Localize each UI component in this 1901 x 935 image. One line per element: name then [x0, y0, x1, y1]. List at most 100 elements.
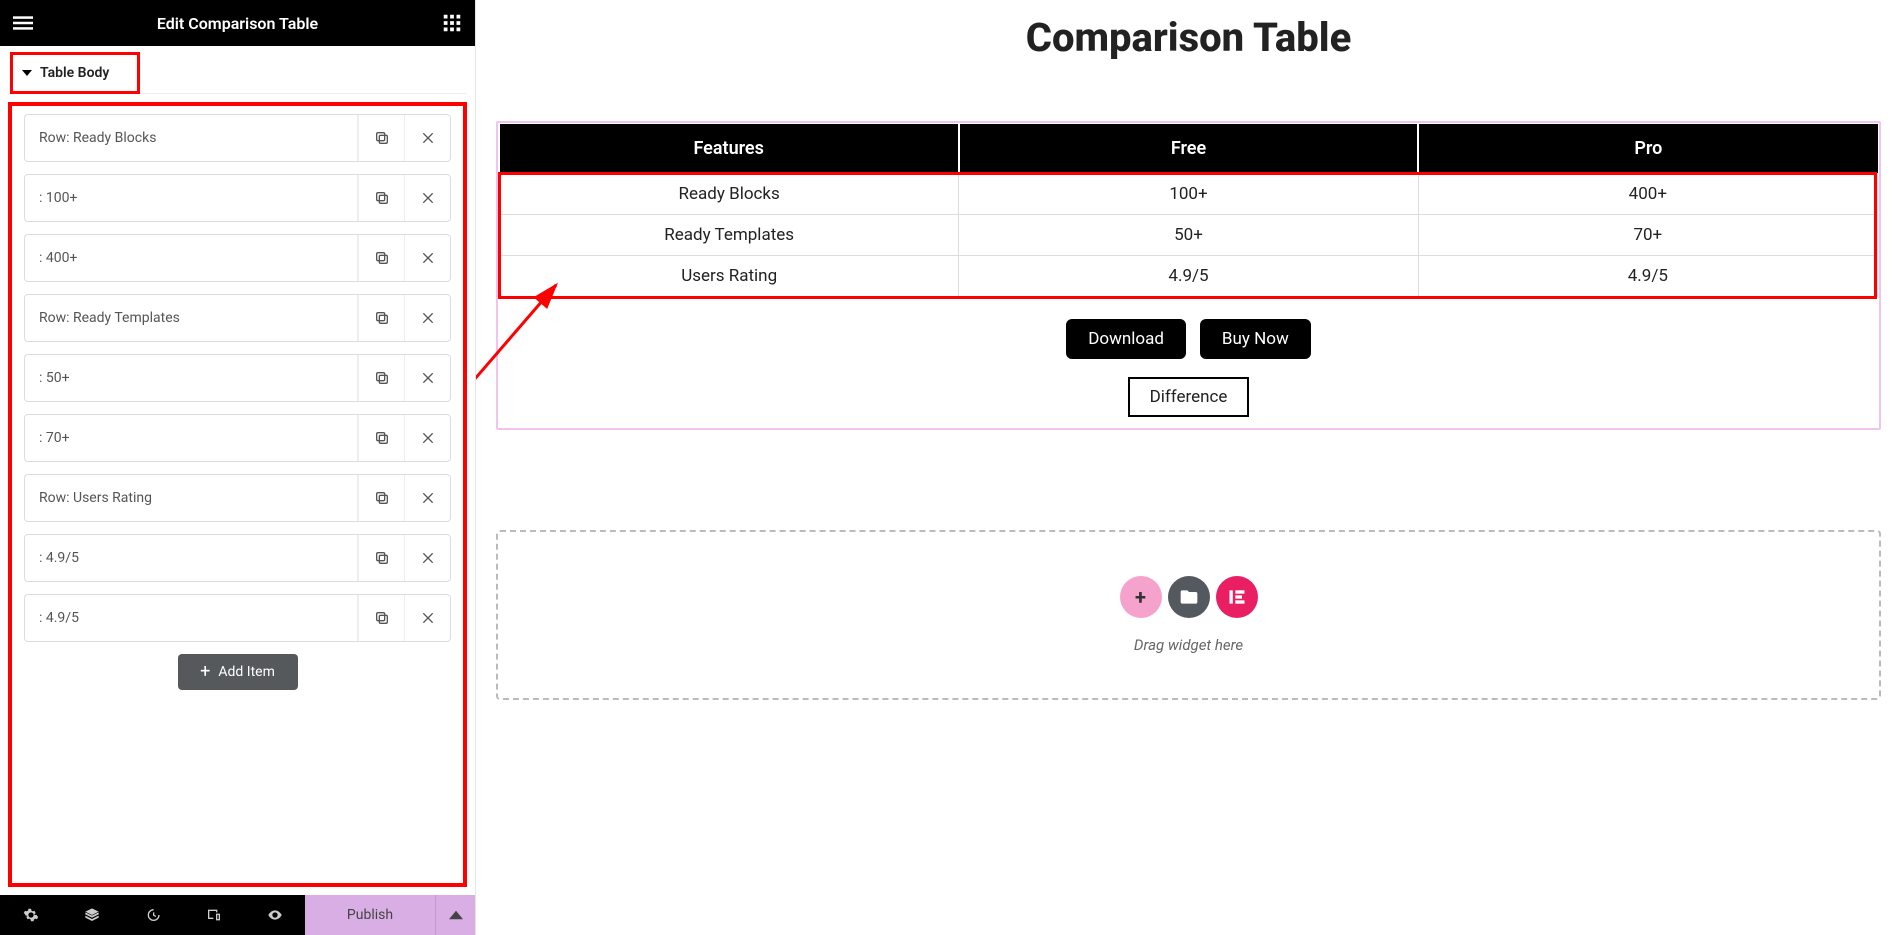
remove-button[interactable] — [404, 535, 450, 581]
remove-button[interactable] — [404, 115, 450, 161]
comparison-table: Features Free Pro Ready Blocks100+400+Re… — [499, 124, 1878, 297]
repeater-item-label: : 100+ — [25, 175, 358, 221]
close-icon — [420, 430, 436, 446]
duplicate-button[interactable] — [358, 355, 404, 401]
repeater-item-label: : 70+ — [25, 415, 358, 461]
repeater-item[interactable]: : 70+ — [24, 414, 451, 462]
responsive-button[interactable] — [183, 895, 244, 935]
table-cell: 50+ — [959, 215, 1418, 256]
drop-section[interactable]: + Drag widget here — [496, 530, 1881, 700]
preview-button[interactable] — [244, 895, 305, 935]
close-icon — [420, 130, 436, 146]
add-template-button[interactable] — [1168, 576, 1210, 618]
repeater-item[interactable]: Row: Ready Blocks — [24, 114, 451, 162]
history-button[interactable] — [122, 895, 183, 935]
close-icon — [420, 490, 436, 506]
repeater-item-label: : 50+ — [25, 355, 358, 401]
add-item-button[interactable]: + Add Item — [178, 654, 298, 690]
repeater-item[interactable]: : 4.9/5 — [24, 534, 451, 582]
table-row: Users Rating4.9/54.9/5 — [500, 256, 1878, 297]
table-cell: 4.9/5 — [959, 256, 1418, 297]
duplicate-button[interactable] — [358, 115, 404, 161]
page-title: Comparison Table — [496, 14, 1881, 61]
elementskit-icon — [1227, 587, 1247, 607]
repeater-item[interactable]: : 100+ — [24, 174, 451, 222]
table-row: Ready Blocks100+400+ — [500, 174, 1878, 215]
close-icon — [420, 610, 436, 626]
close-icon — [420, 250, 436, 266]
remove-button[interactable] — [404, 595, 450, 641]
duplicate-button[interactable] — [358, 475, 404, 521]
canvas: Comparison Table Features Free Pro Ready… — [476, 0, 1901, 935]
remove-button[interactable] — [404, 175, 450, 221]
caret-down-icon — [22, 68, 32, 78]
panel-header: Edit Comparison Table — [0, 0, 475, 46]
duplicate-button[interactable] — [358, 235, 404, 281]
copy-icon — [374, 490, 390, 506]
repeater-item[interactable]: Row: Users Rating — [24, 474, 451, 522]
remove-button[interactable] — [404, 355, 450, 401]
buy-now-button[interactable]: Buy Now — [1200, 319, 1311, 359]
panel-footer: Publish — [0, 895, 475, 935]
navigator-button[interactable] — [61, 895, 122, 935]
publish-wrap: Publish — [305, 895, 475, 935]
th-features: Features — [500, 124, 959, 174]
history-icon — [145, 907, 161, 923]
items-area: Row: Ready Blocks : 100+ : 400+ Row: Ready … — [0, 94, 475, 895]
plus-icon: + — [200, 663, 210, 681]
copy-icon — [374, 250, 390, 266]
remove-button[interactable] — [404, 475, 450, 521]
publish-options-button[interactable] — [435, 895, 475, 935]
duplicate-button[interactable] — [358, 415, 404, 461]
repeater-item-label: Row: Users Rating — [25, 475, 358, 521]
close-icon — [420, 550, 436, 566]
duplicate-button[interactable] — [358, 595, 404, 641]
add-item-label: Add Item — [218, 664, 275, 680]
table-cell: Ready Blocks — [500, 174, 959, 215]
table-cell: 100+ — [959, 174, 1418, 215]
duplicate-button[interactable] — [358, 535, 404, 581]
copy-icon — [374, 550, 390, 566]
close-icon — [420, 310, 436, 326]
table-cell: 400+ — [1418, 174, 1877, 215]
gear-icon — [23, 907, 39, 923]
repeater-item[interactable]: Row: Ready Templates — [24, 294, 451, 342]
th-free: Free — [959, 124, 1418, 174]
menu-icon[interactable] — [10, 10, 36, 36]
apps-grid-icon[interactable] — [439, 10, 465, 36]
remove-button[interactable] — [404, 235, 450, 281]
settings-button[interactable] — [0, 895, 61, 935]
copy-icon — [374, 610, 390, 626]
accordion-table-body[interactable]: Table Body — [8, 52, 467, 94]
repeater-item[interactable]: : 4.9/5 — [24, 594, 451, 642]
copy-icon — [374, 370, 390, 386]
copy-icon — [374, 430, 390, 446]
eye-icon — [267, 907, 283, 923]
repeater-item[interactable]: : 50+ — [24, 354, 451, 402]
repeater-item-label: : 400+ — [25, 235, 358, 281]
remove-button[interactable] — [404, 415, 450, 461]
add-section-button[interactable]: + — [1120, 576, 1162, 618]
th-pro: Pro — [1418, 124, 1877, 174]
table-row: Ready Templates50+70+ — [500, 215, 1878, 256]
duplicate-button[interactable] — [358, 295, 404, 341]
remove-button[interactable] — [404, 295, 450, 341]
repeater-item-label: : 4.9/5 — [25, 535, 358, 581]
panel-title: Edit Comparison Table — [36, 14, 439, 33]
difference-button[interactable]: Difference — [1128, 377, 1250, 417]
publish-button[interactable]: Publish — [305, 895, 435, 935]
table-cell: Ready Templates — [500, 215, 959, 256]
close-icon — [420, 190, 436, 206]
repeater-item[interactable]: : 400+ — [24, 234, 451, 282]
download-button[interactable]: Download — [1066, 319, 1186, 359]
comparison-widget[interactable]: Features Free Pro Ready Blocks100+400+Re… — [496, 121, 1881, 430]
plus-icon: + — [1135, 585, 1146, 609]
elementskit-button[interactable] — [1216, 576, 1258, 618]
table-header-row: Features Free Pro — [500, 124, 1878, 174]
table-cell: 70+ — [1418, 215, 1877, 256]
repeater-item-label: Row: Ready Blocks — [25, 115, 358, 161]
copy-icon — [374, 310, 390, 326]
duplicate-button[interactable] — [358, 175, 404, 221]
table-cell: 4.9/5 — [1418, 256, 1877, 297]
table-cell: Users Rating — [500, 256, 959, 297]
